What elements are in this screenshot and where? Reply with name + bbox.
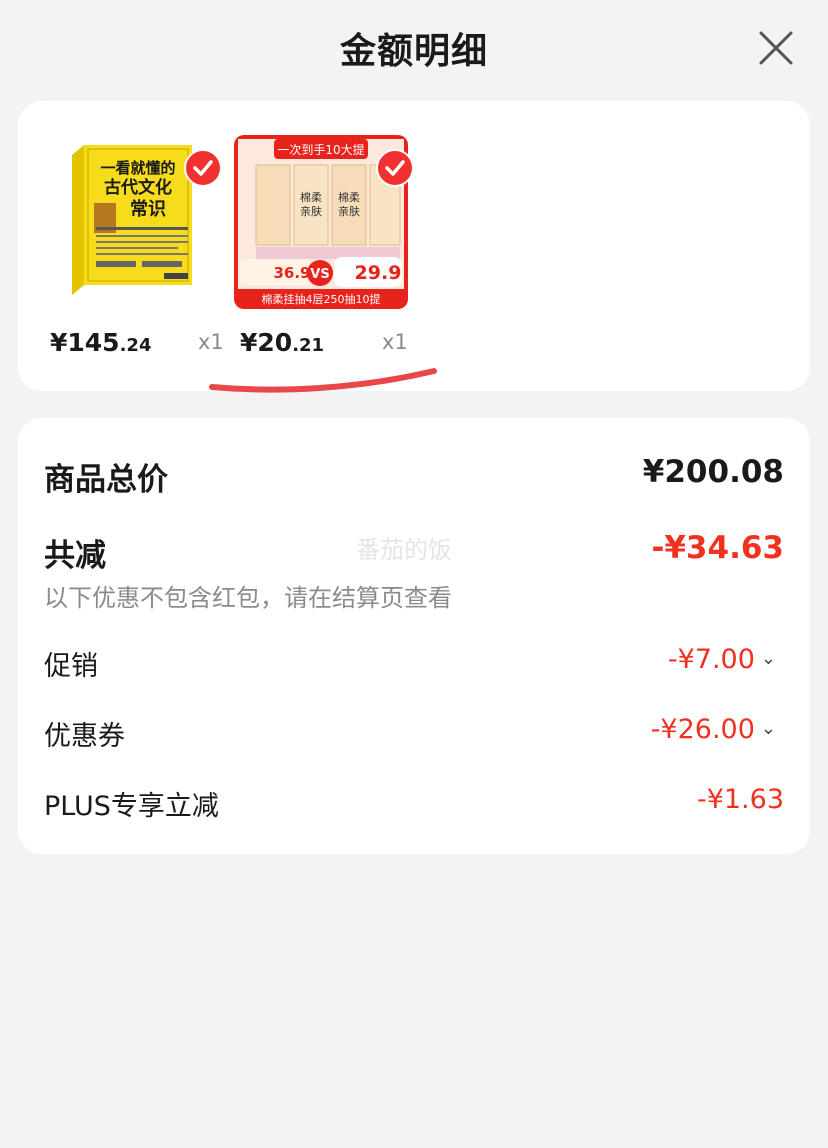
amount-detail-sheet: 金额明细 一看就懂的 古代文化 常识 ¥145.24 x1 一次到手10大提 棉…	[0, 0, 828, 1148]
promotion-row[interactable]: 促销 -¥7.00 ⌄	[44, 644, 784, 682]
plus-discount-value: -¥1.63	[696, 784, 784, 815]
svg-text:VS: VS	[310, 267, 329, 282]
book-title-line-3: 常识	[130, 198, 166, 220]
book-title-line-2: 古代文化	[104, 177, 172, 198]
product-quantity: x1	[198, 330, 224, 354]
summary-card: 商品总价 ¥200.08 番茄的饭 共减 -¥34.63 以下优惠不包含红包，请…	[18, 418, 810, 854]
tissue-footer: 棉柔挂抽4层250抽10提	[262, 292, 381, 306]
tissue-text-1: 棉柔	[300, 190, 322, 204]
product-price-row: ¥20.21 x1	[234, 320, 430, 360]
coupon-value-group[interactable]: -¥26.00 ⌄	[651, 714, 776, 745]
product-price: ¥20.21	[240, 328, 325, 357]
close-button[interactable]	[758, 30, 794, 66]
plus-discount-row: PLUS专享立减 -¥1.63	[44, 784, 784, 822]
tissue-banner: 一次到手10大提	[277, 142, 364, 157]
total-price-value: ¥200.08	[642, 454, 784, 490]
coupon-value: -¥26.00	[650, 714, 755, 745]
promotion-value: -¥7.00	[667, 644, 755, 675]
page-title: 金额明细	[339, 31, 488, 72]
plus-discount-label: PLUS专享立减	[44, 791, 219, 822]
discount-total-row: 共减 -¥34.63	[44, 530, 785, 574]
total-price-label: 商品总价	[44, 462, 168, 498]
checkmark-icon[interactable]	[376, 149, 414, 187]
chevron-down-icon[interactable]: ⌄	[761, 648, 776, 669]
checkmark-icon[interactable]	[184, 149, 222, 187]
discount-note: 以下优惠不包含红包，请在结算页查看	[44, 584, 452, 612]
product-quantity: x1	[382, 330, 408, 354]
coupon-label: 优惠券	[44, 721, 125, 752]
tissue-text-2: 亲肤	[300, 204, 322, 218]
tissue-text-3: 棉柔	[338, 190, 360, 204]
book-title-line-1: 一看就懂的	[100, 159, 175, 177]
tissue-new-price: 29.9	[355, 262, 402, 284]
discount-total-label: 共减	[44, 538, 106, 574]
product-price: ¥145.24	[50, 328, 152, 357]
coupon-row[interactable]: 优惠券 -¥26.00 ⌄	[44, 714, 784, 752]
tissue-text-4: 亲肤	[338, 204, 360, 218]
products-card: 一看就懂的 古代文化 常识 ¥145.24 x1 一次到手10大提 棉柔 亲肤 …	[18, 101, 810, 393]
sheet-header: 金额明细	[0, 0, 828, 96]
total-price-row: 商品总价 ¥200.08	[44, 454, 784, 498]
promotion-value-group[interactable]: -¥7.00 ⌄	[668, 644, 776, 675]
discount-note-row: 以下优惠不包含红包，请在结算页查看	[44, 578, 784, 612]
promotion-label: 促销	[44, 651, 98, 682]
tissue-old-price: 36.9	[273, 264, 310, 282]
underline-annotation	[209, 368, 437, 393]
product-price-row: ¥145.24 x1	[44, 320, 240, 360]
chevron-down-icon[interactable]: ⌄	[761, 718, 776, 739]
close-icon	[759, 31, 793, 65]
discount-total-value: -¥34.63	[651, 530, 785, 566]
